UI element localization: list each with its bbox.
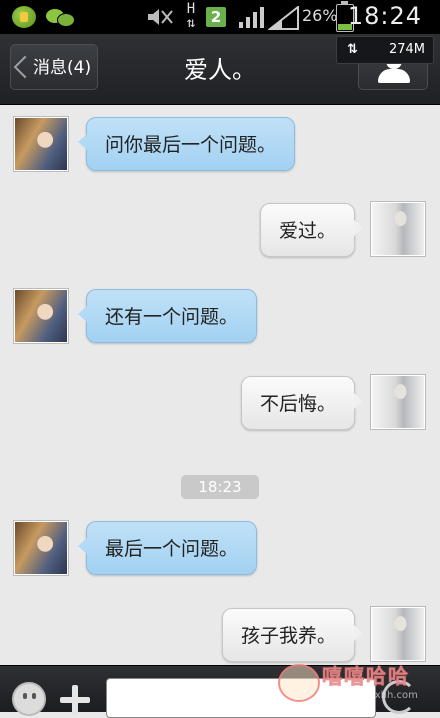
battery-percent: 26% [302,6,338,25]
incoming-message[interactable]: 最后一个问题。 [77,521,258,575]
incoming-message[interactable]: 还有一个问题。 [77,289,258,343]
status-time: 18:24 [347,2,422,30]
message-timestamp: 18:23 [181,475,259,499]
app-notification-icon [12,6,36,28]
watermark-url: www.xxhh.com [342,690,418,701]
back-button[interactable]: 消息(4) [10,44,98,90]
wechat-icon [46,7,75,27]
data-traffic-widget: ⇅ 274M [336,36,434,64]
chat-header: 消息(4) 爱人。 ⇅ 274M [0,34,440,105]
chat-area[interactable]: 问你最后一个问题。 爱过。 还有一个问题。 不后悔。 18:23 最后一个问题。… [0,105,440,665]
signal-strength-icon [238,6,266,28]
my-avatar[interactable] [371,607,425,661]
page-title: 爱人。 [184,56,256,84]
network-type-icon: H ⇅ [186,1,196,31]
contact-avatar[interactable] [14,289,68,343]
status-bar: H ⇅ 2 26% 18:24 [0,0,440,34]
contact-avatar[interactable] [14,117,68,171]
back-button-label: 消息(4) [33,58,92,78]
outgoing-message[interactable]: 不后悔。 [240,376,364,430]
incoming-message[interactable]: 问你最后一个问题。 [77,117,296,171]
outgoing-message[interactable]: 孩子我养。 [221,608,364,662]
traffic-value: 274M [388,42,425,57]
transfer-arrows-icon: ⇅ [347,42,358,57]
signal-strength-icon-2 [267,4,300,30]
contact-avatar[interactable] [14,521,68,575]
outgoing-message[interactable]: 爱过。 [259,203,364,257]
silent-mode-icon [146,7,174,27]
watermark-text: 嘻嘻哈哈 [322,664,410,689]
my-avatar[interactable] [371,202,425,256]
plus-icon[interactable] [58,684,92,718]
sim-badge: 2 [206,7,226,27]
watermark-logo: 嘻嘻哈哈 www.xxhh.com [272,658,440,711]
smiley-logo-icon [278,664,320,702]
my-avatar[interactable] [371,375,425,429]
